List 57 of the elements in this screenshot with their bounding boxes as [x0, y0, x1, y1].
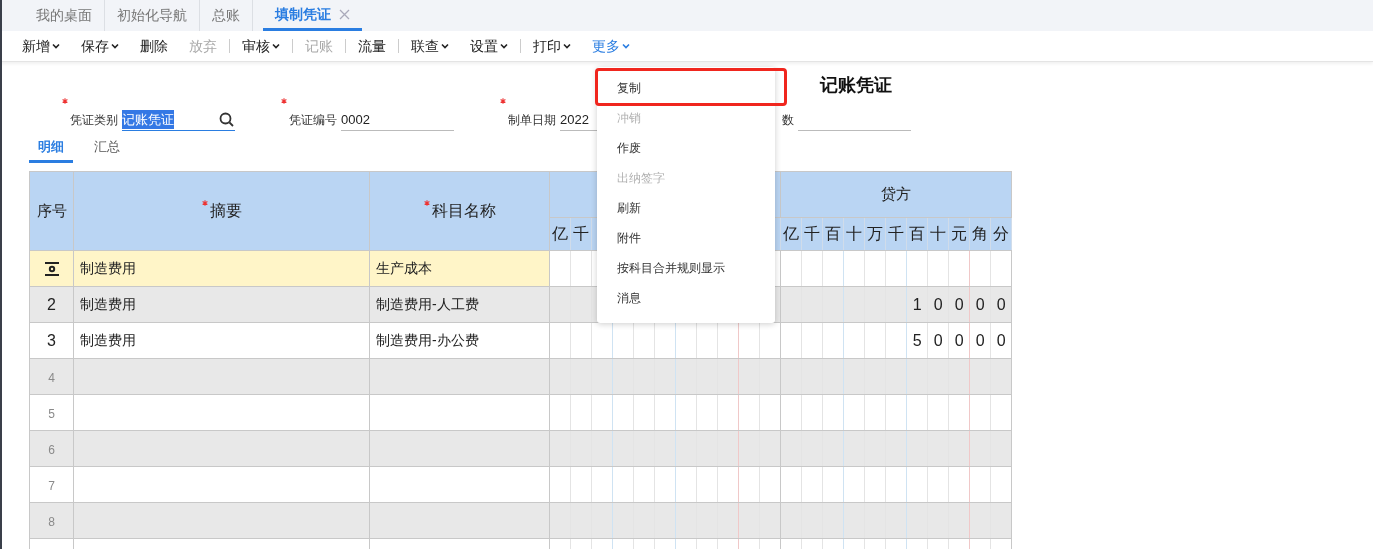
table-cell: 制造费用 [80, 260, 136, 276]
toolbar-button[interactable]: 删除 [140, 35, 168, 57]
toolbar-button[interactable]: 流量 [358, 35, 386, 57]
row-number: 2 [47, 295, 56, 313]
lookup-field[interactable]: 记账凭证 [122, 109, 235, 131]
column-header: 科目名称 [431, 202, 496, 219]
table-cell: 制造费用-人工费 [376, 296, 479, 312]
field-label: 数 [782, 112, 794, 129]
amount-digit: 5 [912, 331, 922, 349]
amount-digit: 0 [954, 331, 964, 349]
column-header: 摘要 [209, 202, 242, 219]
amount-digit: 0 [975, 295, 985, 313]
row-number: 3 [47, 331, 56, 349]
amount-digit: 0 [933, 295, 943, 313]
table-cell: 生产成本 [376, 260, 432, 276]
amount-digit: 1 [912, 295, 922, 313]
search-icon[interactable] [219, 112, 235, 128]
field-label: 凭证编号 [289, 112, 337, 129]
toolbar-button[interactable]: 打印 [533, 35, 571, 57]
row-number: 8 [48, 514, 55, 529]
tab[interactable]: 总账 [200, 0, 253, 31]
amount-digit: 0 [996, 295, 1006, 313]
amount-digit: 0 [933, 331, 943, 349]
voucher-title: 记账凭证 [820, 73, 892, 97]
menu-item[interactable]: 按科目合并规则显示 [597, 253, 775, 283]
tab[interactable]: 明细 [29, 137, 73, 163]
row-number: 4 [48, 370, 55, 385]
amount-digit: 0 [954, 295, 964, 313]
toolbar-button[interactable]: 更多 [592, 35, 630, 57]
field-label: 凭证类别 [70, 112, 118, 129]
table-cell: 制造费用-办公费 [376, 332, 479, 348]
menu-item[interactable]: 附件 [597, 223, 775, 253]
column-header: 贷方 [780, 171, 1012, 218]
table-cell: 制造费用 [80, 332, 136, 348]
tab[interactable]: 填制凭证 [263, 0, 362, 31]
tab[interactable]: 初始化导航 [105, 0, 200, 31]
column-header: 序号 [36, 202, 67, 219]
toolbar-button[interactable]: 审核 [242, 35, 280, 57]
toolbar-button[interactable]: 保存 [81, 35, 119, 57]
row-number: 6 [48, 442, 55, 457]
toolbar-button[interactable]: 联查 [411, 35, 449, 57]
menu-item[interactable]: 刷新 [597, 193, 775, 223]
amount-digit: 0 [996, 331, 1006, 349]
toolbar-button[interactable]: 设置 [470, 35, 508, 57]
menu-item[interactable]: 消息 [597, 283, 775, 313]
row-number: 5 [48, 406, 55, 421]
field-label: 制单日期 [508, 112, 556, 129]
tab[interactable]: 我的桌面 [24, 0, 105, 31]
row-marker-icon[interactable] [43, 262, 60, 277]
menu-item[interactable]: 作废 [597, 133, 775, 163]
toolbar-button[interactable]: 新增 [22, 35, 60, 57]
table-cell: 制造费用 [80, 296, 136, 312]
tab[interactable]: 汇总 [85, 137, 129, 163]
menu-item[interactable]: 复制 [597, 73, 775, 103]
input-field[interactable]: 0002 [341, 109, 454, 131]
amount-digit: 0 [975, 331, 985, 349]
row-number: 7 [48, 478, 55, 493]
